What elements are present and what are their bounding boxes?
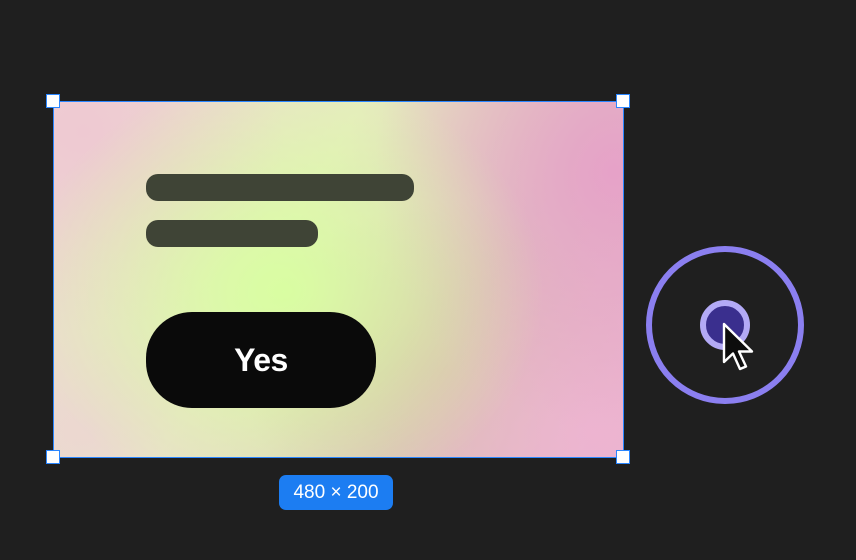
resize-handle-bottom-right[interactable] bbox=[616, 450, 630, 464]
resize-handle-top-right[interactable] bbox=[616, 94, 630, 108]
cursor-arrow-icon bbox=[722, 322, 754, 371]
design-canvas[interactable]: Yes 480 × 200 bbox=[0, 0, 856, 560]
resize-handle-bottom-left[interactable] bbox=[46, 450, 60, 464]
yes-button[interactable]: Yes bbox=[146, 312, 376, 408]
text-placeholder-line-2 bbox=[146, 220, 318, 247]
selected-frame[interactable]: Yes bbox=[53, 101, 624, 458]
resize-handle-top-left[interactable] bbox=[46, 94, 60, 108]
dimension-badge: 480 × 200 bbox=[279, 475, 393, 510]
text-placeholder-line-1 bbox=[146, 174, 414, 201]
